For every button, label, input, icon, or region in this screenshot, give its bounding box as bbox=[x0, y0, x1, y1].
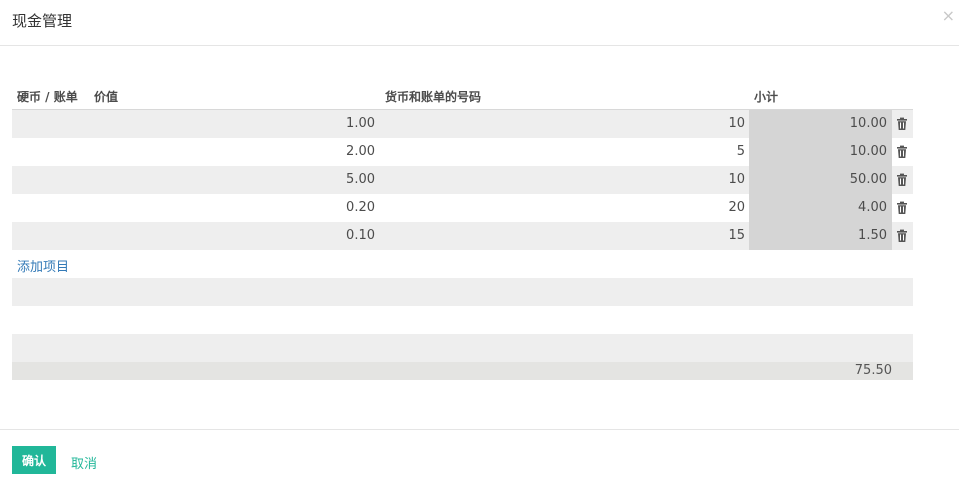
trash-icon[interactable] bbox=[895, 201, 909, 215]
subtotal-cell: 1.50 bbox=[749, 222, 892, 250]
subtotal-value: 4.00 bbox=[858, 200, 887, 215]
value-cell[interactable]: 1.00 bbox=[12, 116, 375, 131]
value-cell[interactable]: 0.10 bbox=[12, 228, 375, 243]
number-cell[interactable]: 10 bbox=[375, 172, 745, 187]
header-value: 价值 bbox=[94, 90, 119, 104]
header-subtotal: 小计 bbox=[754, 90, 779, 104]
subtotal-cell: 10.00 bbox=[749, 138, 892, 166]
empty-row bbox=[12, 306, 913, 334]
subtotal-cell: 50.00 bbox=[749, 166, 892, 194]
subtotal-value: 10.00 bbox=[849, 144, 887, 159]
subtotal-value: 10.00 bbox=[849, 116, 887, 131]
confirm-button[interactable]: 确认 bbox=[12, 446, 56, 474]
trash-icon[interactable] bbox=[895, 117, 909, 131]
subtotal-cell: 4.00 bbox=[749, 194, 892, 222]
cash-table: 硬币 / 账单 价值 货币和账单的号码 小计 1.00 10 10.00 2.0… bbox=[12, 82, 913, 380]
total-row: 75.50 bbox=[12, 362, 913, 380]
add-item-row: 添加项目 bbox=[12, 250, 913, 278]
add-item-link[interactable]: 添加项目 bbox=[17, 256, 69, 275]
subtotal-cell: 10.00 bbox=[749, 110, 892, 138]
table-row[interactable]: 5.00 10 50.00 bbox=[12, 166, 913, 194]
number-cell[interactable]: 20 bbox=[375, 200, 745, 215]
value-cell[interactable]: 2.00 bbox=[12, 144, 375, 159]
header-coin: 硬币 / 账单 bbox=[17, 90, 78, 104]
number-cell[interactable]: 10 bbox=[375, 116, 745, 131]
dialog-footer: 确认 取消 bbox=[0, 429, 959, 479]
trash-icon[interactable] bbox=[895, 229, 909, 243]
close-icon[interactable]: × bbox=[942, 8, 955, 24]
trash-icon[interactable] bbox=[895, 173, 909, 187]
table-row[interactable]: 0.10 15 1.50 bbox=[12, 222, 913, 250]
subtotal-value: 1.50 bbox=[858, 228, 887, 243]
number-cell[interactable]: 5 bbox=[375, 144, 745, 159]
total-value: 75.50 bbox=[854, 363, 892, 378]
table-header: 硬币 / 账单 价值 货币和账单的号码 小计 bbox=[12, 82, 913, 110]
table-row[interactable]: 2.00 5 10.00 bbox=[12, 138, 913, 166]
number-cell[interactable]: 15 bbox=[375, 228, 745, 243]
header-number: 货币和账单的号码 bbox=[385, 90, 482, 104]
value-cell[interactable]: 5.00 bbox=[12, 172, 375, 187]
table-row[interactable]: 0.20 20 4.00 bbox=[12, 194, 913, 222]
value-cell[interactable]: 0.20 bbox=[12, 200, 375, 215]
dialog-title: 现金管理 bbox=[12, 12, 73, 30]
table-row[interactable]: 1.00 10 10.00 bbox=[12, 110, 913, 138]
trash-icon[interactable] bbox=[895, 145, 909, 159]
dialog-header: 现金管理 × bbox=[0, 0, 959, 46]
cancel-button[interactable]: 取消 bbox=[71, 453, 97, 472]
empty-row bbox=[12, 334, 913, 362]
subtotal-value: 50.00 bbox=[849, 172, 887, 187]
empty-row bbox=[12, 278, 913, 306]
